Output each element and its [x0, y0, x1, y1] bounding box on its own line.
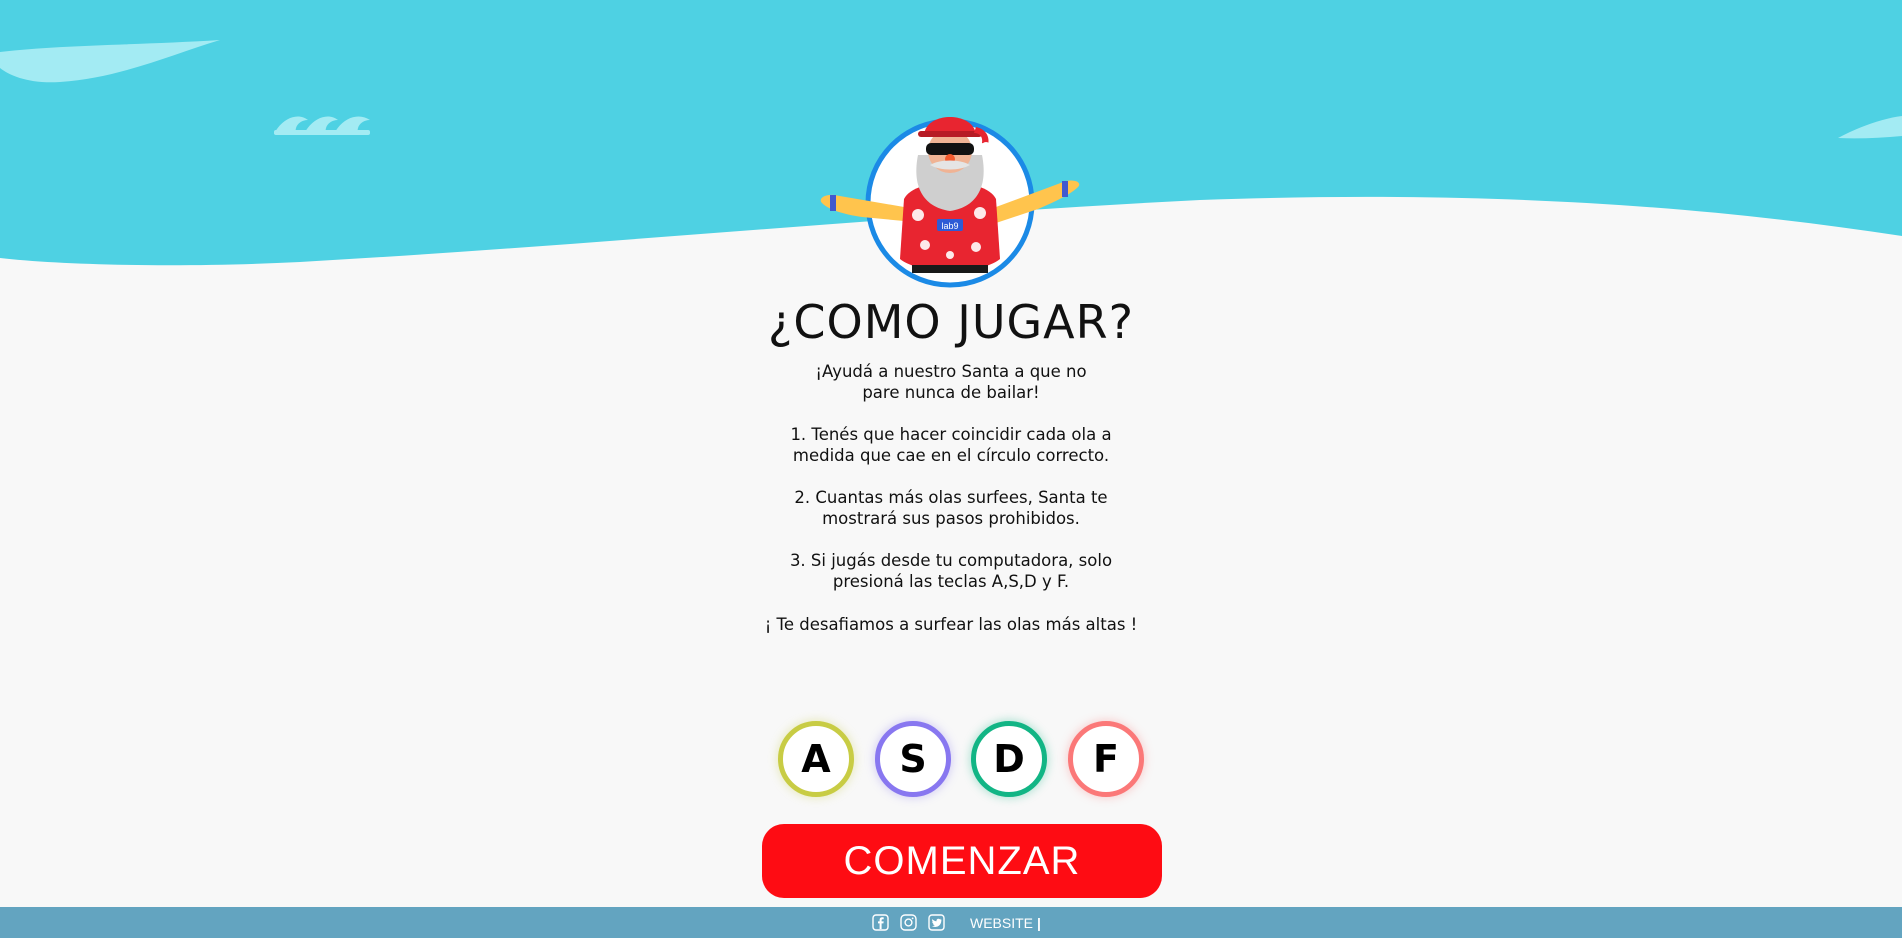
- key-a-button[interactable]: A: [778, 721, 854, 797]
- cap-brim: [918, 131, 982, 137]
- left-wristband: [830, 195, 836, 211]
- sunglasses: [926, 143, 974, 155]
- key-s-button[interactable]: S: [875, 721, 951, 797]
- instruction-step: 3. Si jugás desde tu computadora, solo p…: [789, 551, 1113, 591]
- key-buttons-row: A S D F: [0, 721, 1902, 801]
- intro-text: ¡Ayudá a nuestro Santa a que no pare nun…: [815, 362, 1087, 402]
- santa-mascot: lab9: [820, 117, 1080, 288]
- website-link[interactable]: WEBSITE |: [970, 915, 1041, 931]
- instruction-step: 1. Tenés que hacer coincidir cada ola a …: [790, 425, 1112, 465]
- belt: [912, 265, 988, 273]
- key-f-button[interactable]: F: [1068, 721, 1144, 797]
- cap-pompom: [981, 142, 991, 152]
- instagram-icon[interactable]: [900, 914, 917, 931]
- small-waves-icon: [274, 116, 370, 135]
- challenge-text: ¡ Te desafiamos a surfear las olas más a…: [764, 615, 1138, 634]
- right-wristband: [1062, 181, 1068, 197]
- instructions-list: 1. Tenés que hacer coincidir cada ola a …: [761, 424, 1141, 613]
- key-d-button[interactable]: D: [971, 721, 1047, 797]
- website-label[interactable]: WEBSITE: [970, 915, 1033, 931]
- lab9-badge-text: lab9: [941, 221, 958, 231]
- twitter-icon[interactable]: [928, 914, 945, 931]
- instruction-step: 2. Cuantas más olas surfees, Santa te mo…: [794, 488, 1108, 528]
- facebook-icon[interactable]: [872, 914, 889, 931]
- start-button[interactable]: COMENZAR: [762, 824, 1162, 898]
- footer-separator: |: [1037, 915, 1041, 931]
- footer-bar: WEBSITE |: [0, 907, 1902, 938]
- page-title: ¿COMO JUGAR?: [768, 295, 1134, 349]
